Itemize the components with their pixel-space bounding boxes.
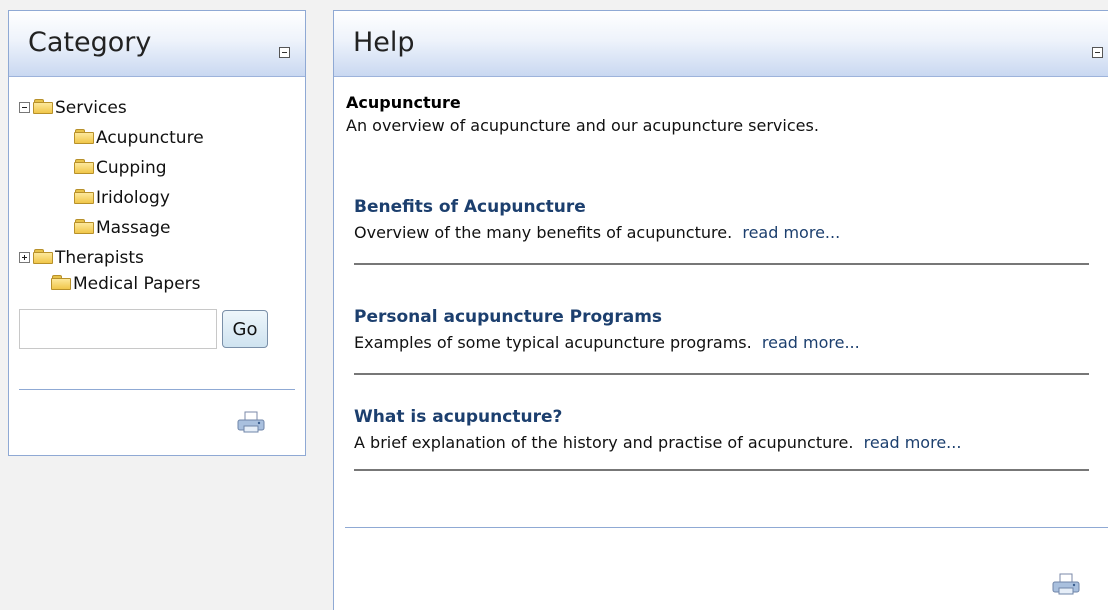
- article-description-text: A brief explanation of the history and p…: [354, 433, 854, 452]
- tree-item-label: Cupping: [96, 158, 167, 178]
- tree-item-label: Iridology: [96, 188, 170, 208]
- article-divider: [354, 263, 1089, 265]
- read-more-link[interactable]: read more...: [864, 433, 962, 452]
- folder-icon: [74, 159, 94, 174]
- folder-icon: [74, 219, 94, 234]
- category-panel-title: Category: [28, 27, 152, 58]
- collapse-tree-icon[interactable]: [19, 102, 30, 113]
- category-panel: Category Services Acupuncture Cupping Ir…: [8, 10, 306, 456]
- help-panel-header: Help: [334, 11, 1108, 77]
- collapse-icon[interactable]: [279, 47, 290, 58]
- tree-item-label: Massage: [96, 218, 171, 238]
- help-panel: Help Acupuncture An overview of acupunct…: [333, 10, 1108, 610]
- folder-icon: [74, 129, 94, 144]
- folder-icon: [33, 249, 53, 264]
- expand-tree-icon[interactable]: [19, 252, 30, 263]
- go-button[interactable]: Go: [222, 310, 268, 348]
- category-panel-header: Category: [9, 11, 305, 77]
- tree-item-label: Medical Papers: [73, 274, 201, 294]
- tree-item-label: Services: [55, 98, 127, 118]
- collapse-icon[interactable]: [1092, 47, 1103, 58]
- article-title-link[interactable]: Personal acupuncture Programs: [354, 307, 662, 327]
- folder-icon: [51, 275, 71, 290]
- article-divider: [354, 373, 1089, 375]
- read-more-link[interactable]: read more...: [762, 333, 860, 352]
- help-intro-title: Acupuncture: [346, 93, 461, 112]
- help-intro-description: An overview of acupuncture and our acupu…: [346, 116, 819, 135]
- folder-icon: [33, 99, 53, 114]
- tree-item-label: Acupuncture: [96, 128, 204, 148]
- article-title-link[interactable]: What is acupuncture?: [354, 407, 562, 427]
- search-input[interactable]: [19, 309, 217, 349]
- article-description: Examples of some typical acupuncture pro…: [354, 333, 860, 352]
- article-description-text: Examples of some typical acupuncture pro…: [354, 333, 752, 352]
- divider: [19, 389, 295, 390]
- article-description-text: Overview of the many benefits of acupunc…: [354, 223, 733, 242]
- divider: [345, 527, 1108, 528]
- print-icon[interactable]: [1052, 573, 1080, 595]
- folder-icon: [74, 189, 94, 204]
- article-description: Overview of the many benefits of acupunc…: [354, 223, 840, 242]
- article-title-link[interactable]: Benefits of Acupuncture: [354, 197, 586, 217]
- article-divider: [354, 469, 1089, 471]
- help-panel-title: Help: [353, 27, 415, 58]
- read-more-link[interactable]: read more...: [742, 223, 840, 242]
- print-icon[interactable]: [237, 411, 265, 433]
- article-description: A brief explanation of the history and p…: [354, 433, 961, 452]
